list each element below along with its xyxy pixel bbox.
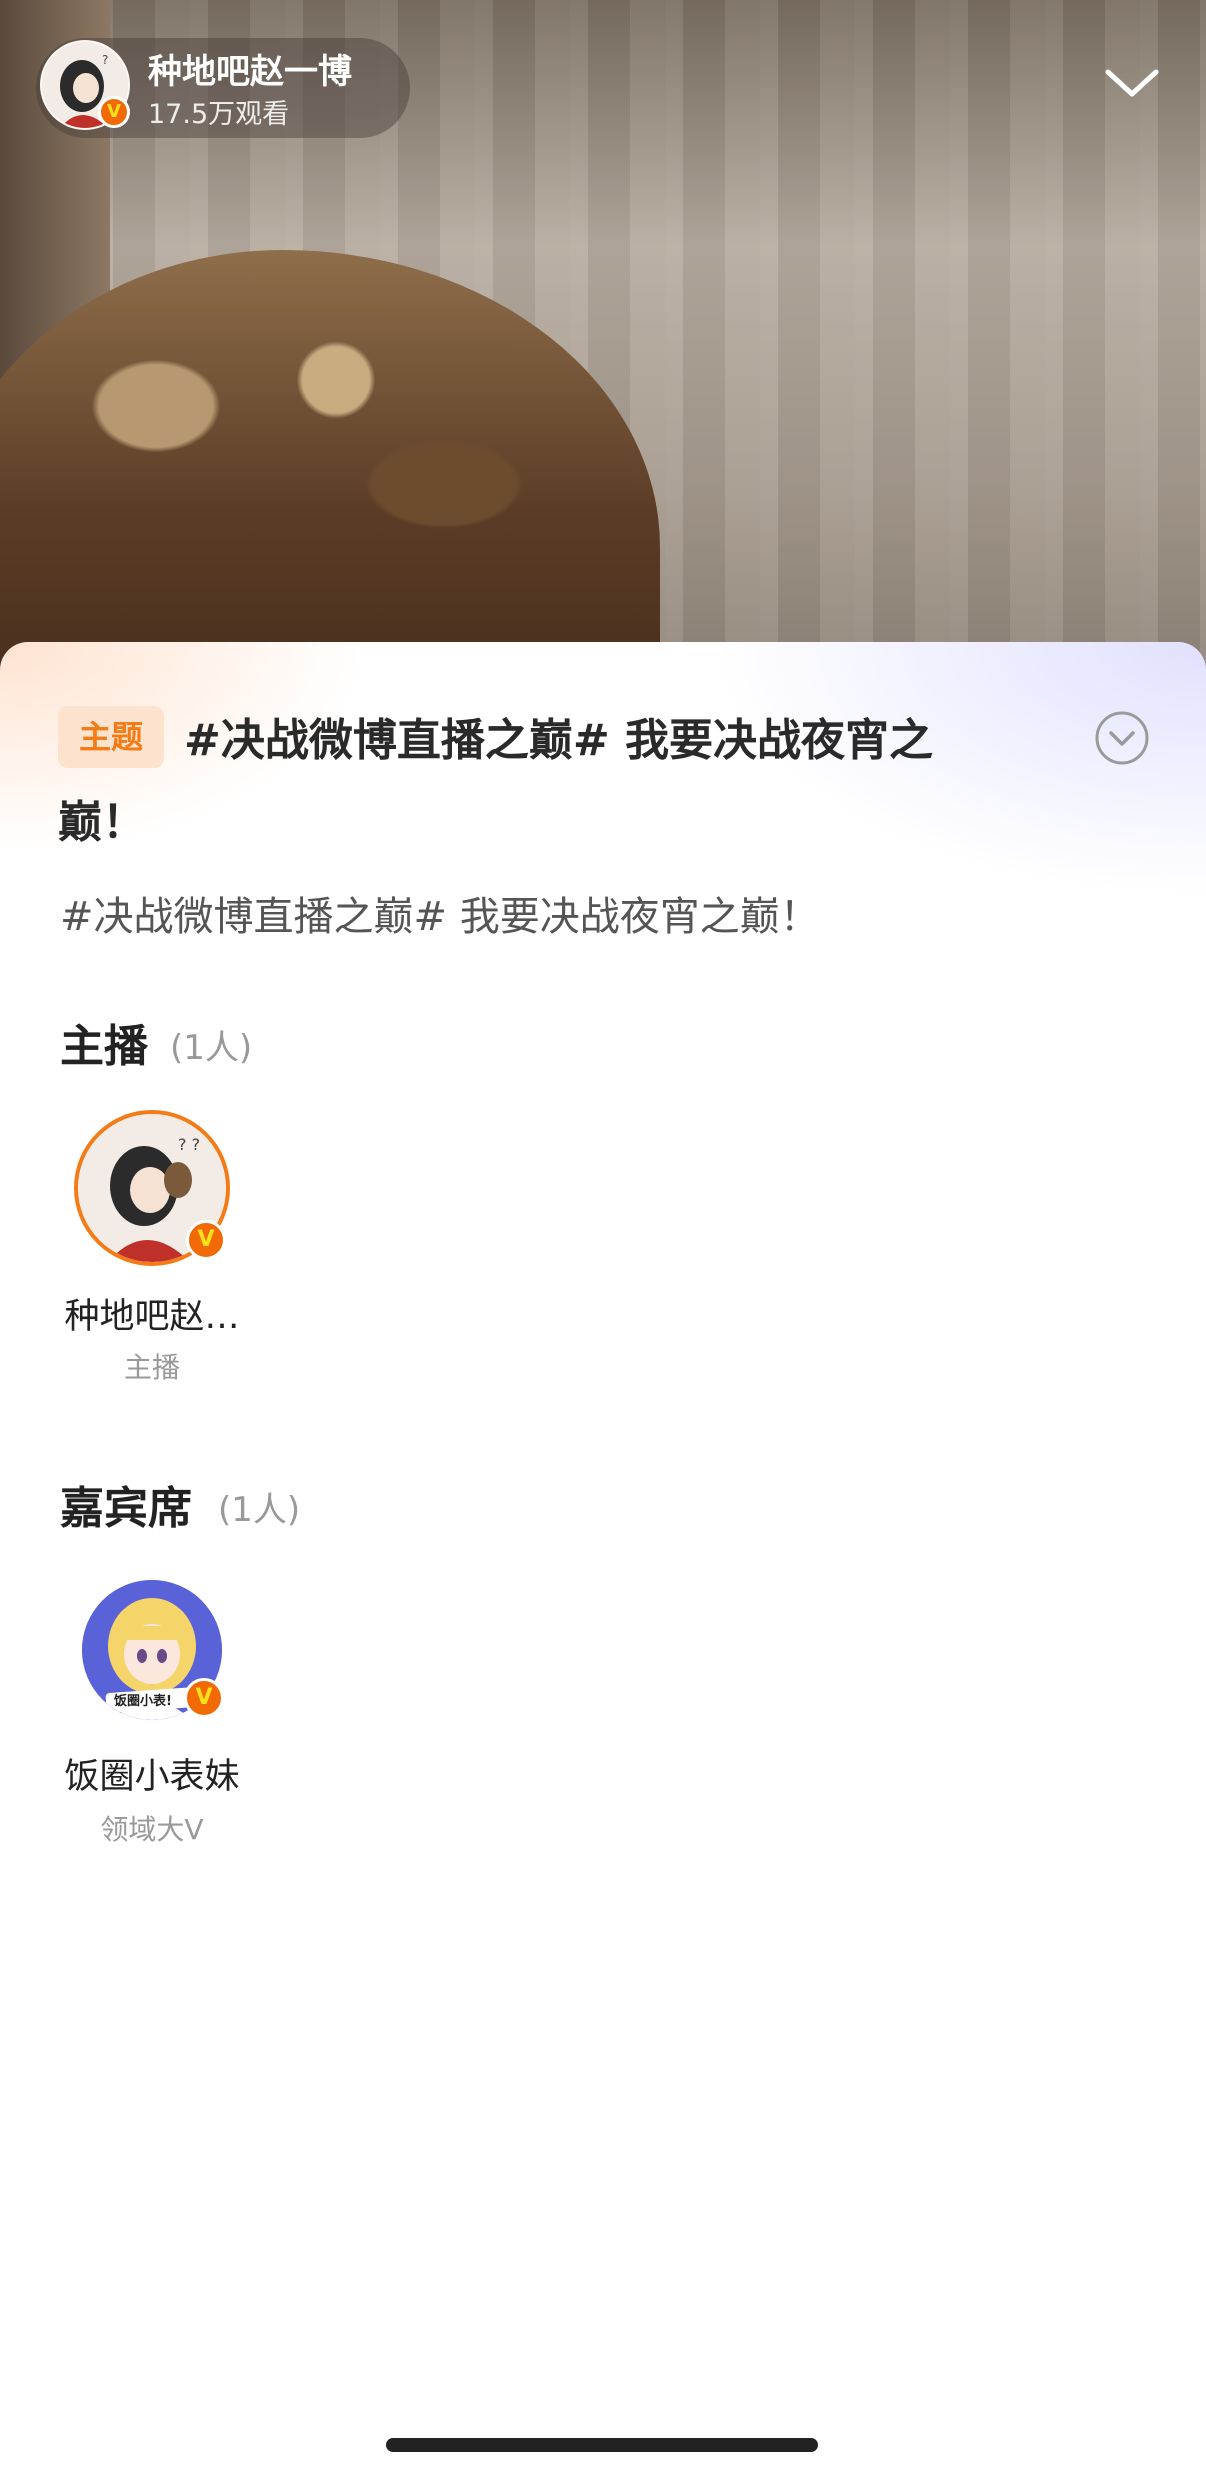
anchor-role: 主播 — [123, 1351, 180, 1384]
guests-section-title: 嘉宾席 — [60, 1483, 192, 1534]
guest-avatar-caption: 饭圈小表! — [113, 1693, 172, 1709]
video-subject — [0, 250, 660, 700]
viewer-count: 17.5万观看 — [148, 99, 290, 130]
guest-name[interactable]: 饭圈小表妹 — [52, 1748, 252, 1799]
anchors-section-title: 主播 — [60, 1021, 148, 1072]
guest-verified-badge: V — [184, 1678, 224, 1718]
home-indicator[interactable] — [386, 2438, 818, 2452]
topic-tag: 主题 — [58, 706, 164, 768]
guest-role: 领域大V — [100, 1813, 204, 1846]
host-verified-badge: V — [98, 96, 130, 128]
svg-text:?: ? — [102, 53, 108, 67]
host-name[interactable]: 种地吧赵一博 — [148, 44, 352, 93]
topic-title-line1[interactable]: #决战微博直播之巅# 我要决战夜宵之 — [184, 704, 933, 768]
guests-count: (1人) — [218, 1490, 301, 1530]
svg-text:? ?: ? ? — [178, 1135, 200, 1154]
expand-topic-button[interactable] — [1094, 710, 1150, 766]
chevron-down-circle-icon — [1095, 711, 1149, 765]
chevron-down-icon — [1105, 69, 1159, 97]
anchors-count: (1人) — [170, 1028, 253, 1068]
anchor-verified-badge: V — [186, 1220, 226, 1260]
anchor-name[interactable]: 种地吧赵… — [52, 1288, 252, 1339]
topic-title-line2[interactable]: 巅！ — [58, 786, 146, 850]
topic-description: #决战微博直播之巅# 我要决战夜宵之巅！ — [60, 894, 820, 940]
collapse-button[interactable] — [1100, 52, 1164, 116]
